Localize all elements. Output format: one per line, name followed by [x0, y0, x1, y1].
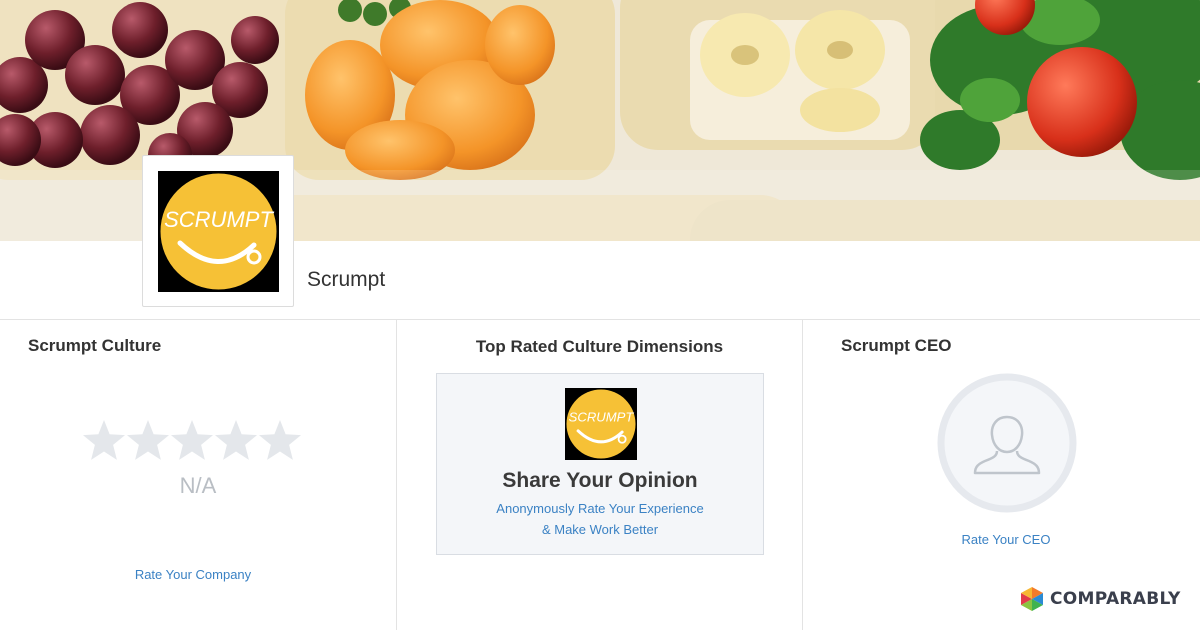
logo-wordmark: SCRUMPT [569, 409, 635, 424]
share-opinion-line-1[interactable]: Anonymously Rate Your Experience [437, 501, 763, 516]
logo-wordmark: SCRUMPT [164, 207, 274, 232]
scrumpt-logo-icon: SCRUMPT [160, 173, 277, 290]
culture-rating-value: N/A [179, 473, 217, 498]
rate-company-link[interactable]: Rate Your Company [0, 567, 386, 582]
star-icon [171, 420, 213, 460]
share-opinion-heading: Share Your Opinion [502, 469, 698, 492]
culture-title: Scrumpt Culture [28, 336, 162, 355]
rate-ceo-link[interactable]: Rate Your CEO [906, 532, 1106, 547]
comparably-wordmark: COMPARABLY [1050, 589, 1181, 609]
star-icon [259, 420, 301, 460]
column-divider [802, 320, 803, 630]
company-logo: SCRUMPT [142, 155, 294, 307]
share-opinion-line-2[interactable]: & Make Work Better [437, 522, 763, 537]
culture-star-rating [83, 420, 301, 460]
star-icon [127, 420, 169, 460]
column-divider [396, 320, 397, 630]
scrumpt-logo-icon: SCRUMPT [566, 389, 636, 459]
comparably-logo-icon [1021, 587, 1043, 611]
company-name: Scrumpt [307, 268, 386, 291]
dimensions-title: Top Rated Culture Dimensions [475, 337, 724, 356]
ceo-title: Scrumpt CEO [841, 336, 952, 355]
star-icon [215, 420, 257, 460]
share-opinion-card[interactable]: SCRUMPT Share Your Opinion Anonymously R… [436, 373, 764, 555]
star-icon [83, 420, 125, 460]
comparably-brand[interactable]: COMPARABLY [1019, 585, 1181, 613]
ceo-avatar [937, 373, 1077, 513]
company-logo-small: SCRUMPT [565, 388, 637, 460]
